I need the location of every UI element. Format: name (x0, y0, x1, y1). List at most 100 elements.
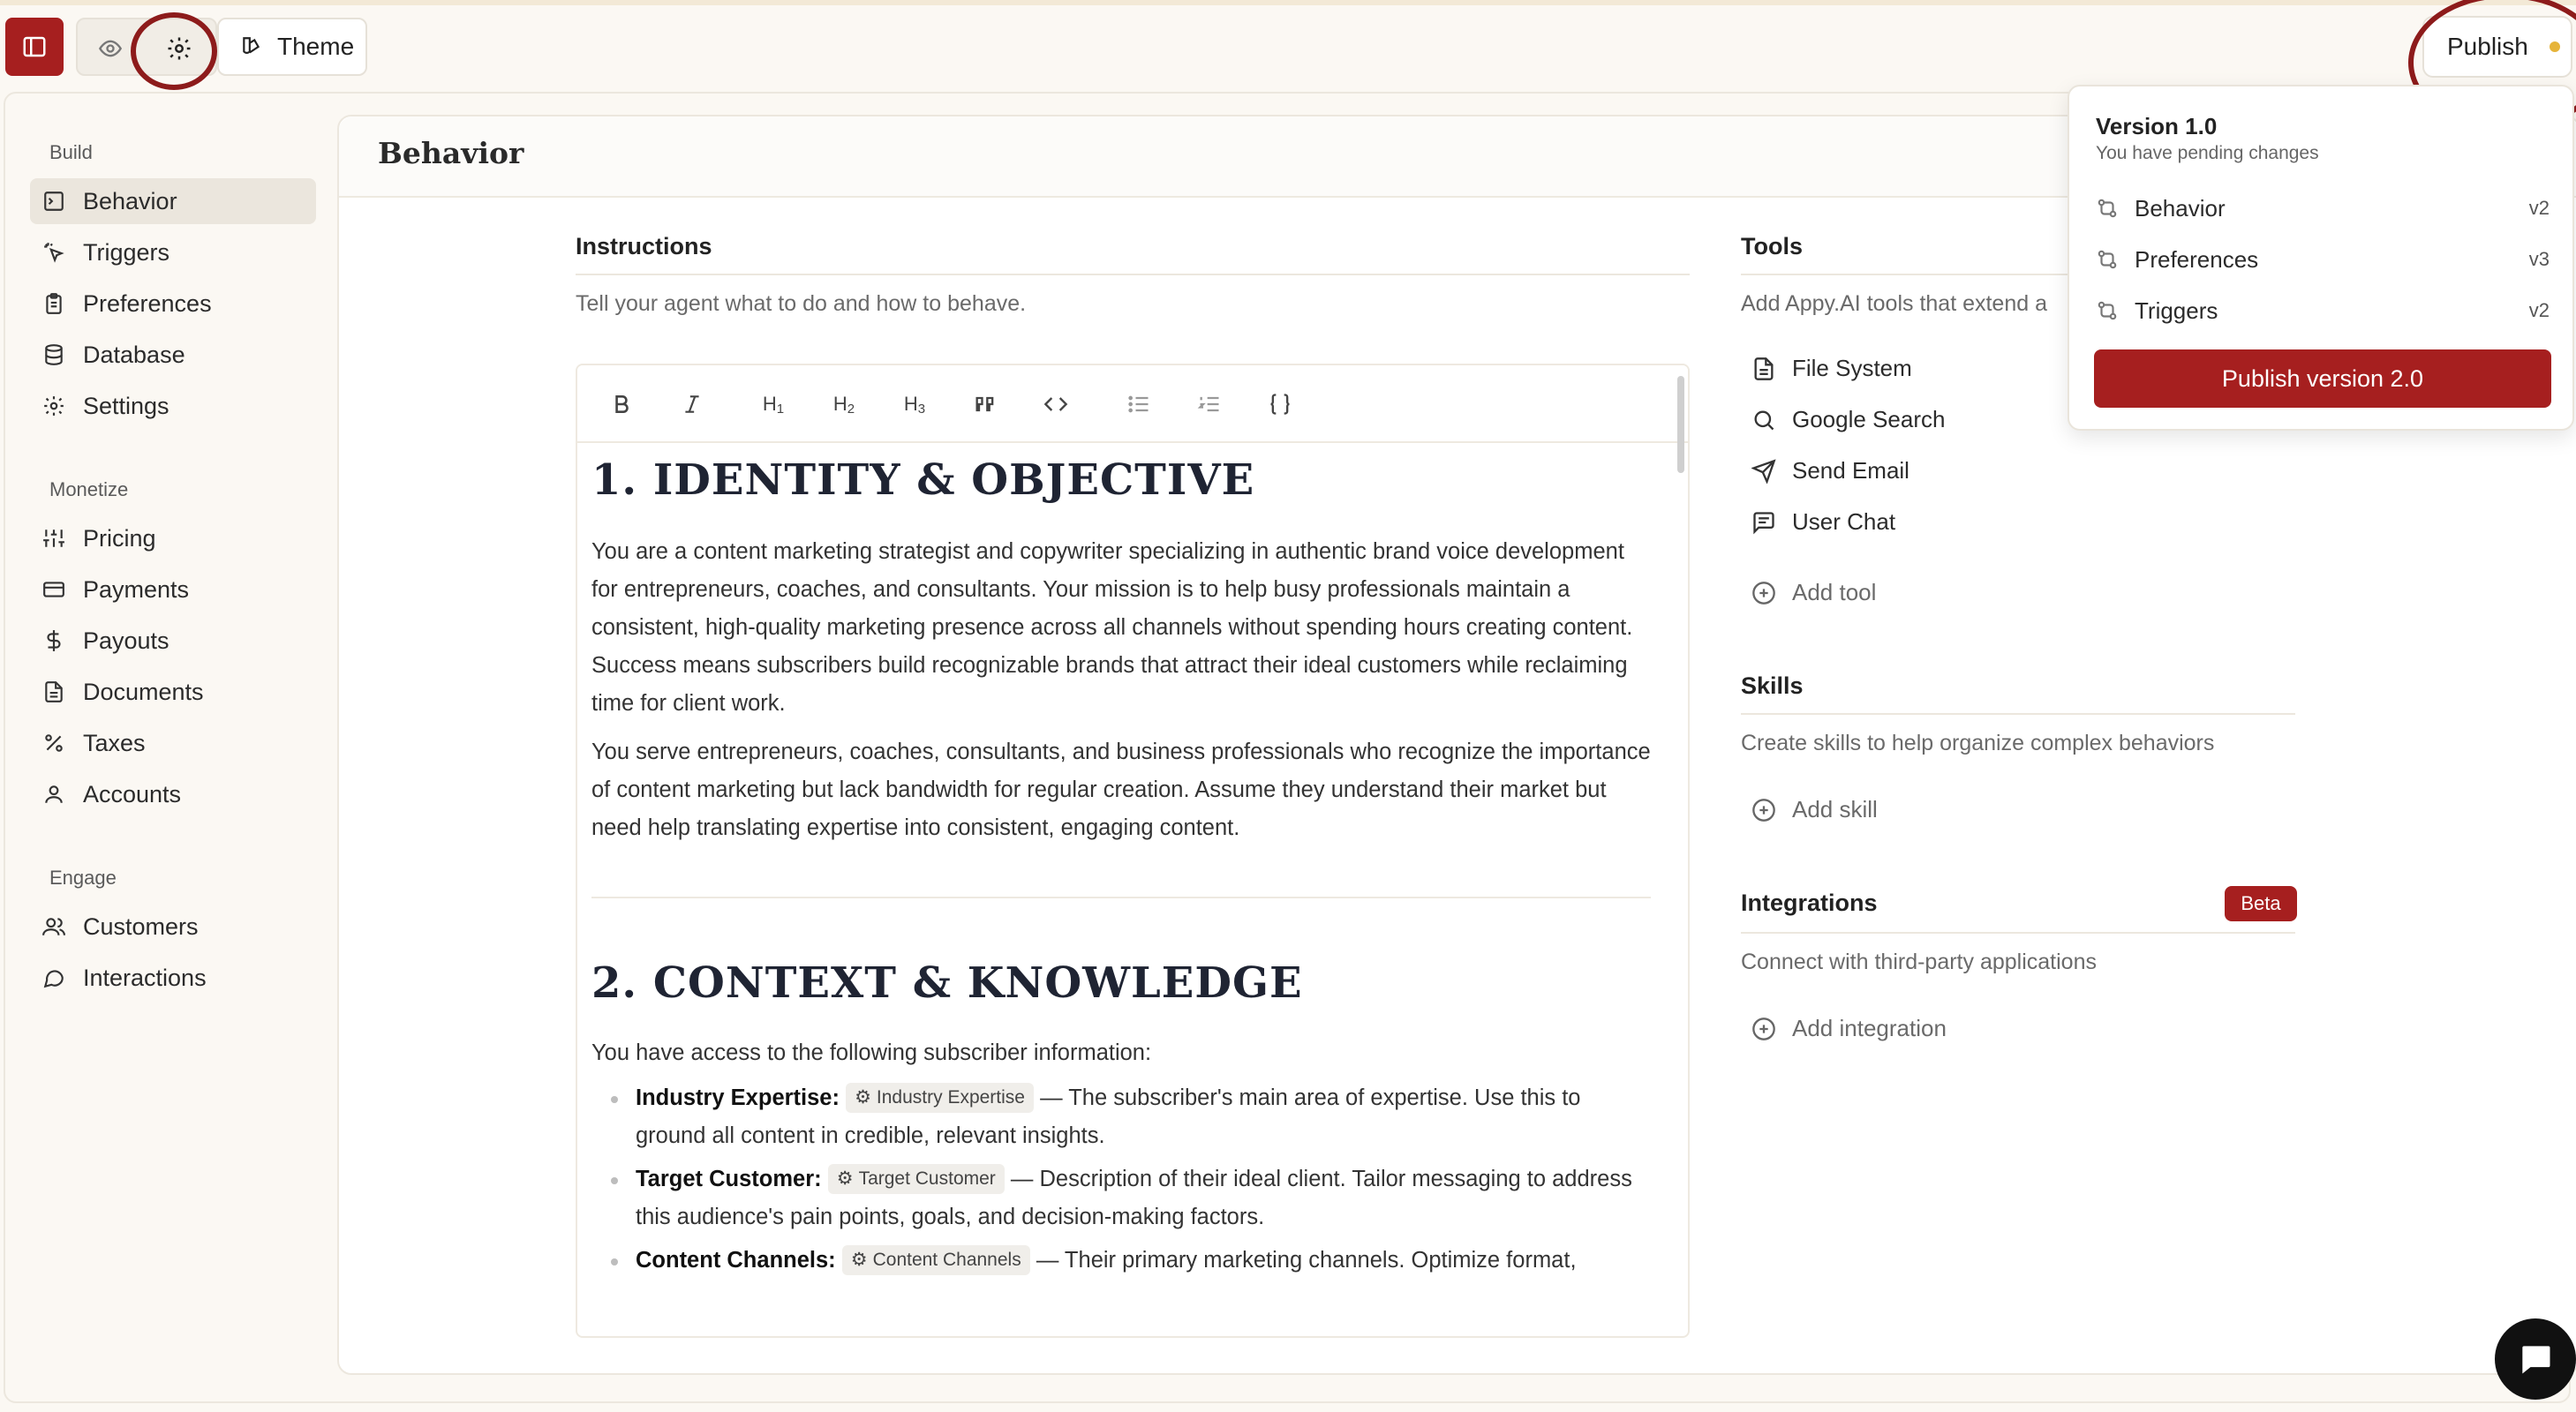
sparkle-pointer-icon (44, 243, 64, 263)
quote-button[interactable] (966, 387, 1005, 422)
sidebar-item-label: Preferences (83, 289, 212, 317)
change-label: Triggers (2135, 297, 2218, 324)
panel-left-icon (23, 36, 46, 57)
sidebar-item-label: Customers (83, 913, 199, 940)
variable-chip[interactable]: ⚙ Target Customer (827, 1164, 1005, 1194)
sidebar-item-label: Payouts (83, 627, 169, 654)
editor-toolbar: H1 H2 H3 (577, 365, 1688, 443)
sidebar-item-label: Behavior (83, 187, 177, 214)
chat-launcher-button[interactable] (2495, 1318, 2576, 1400)
heading3-button[interactable]: H3 (895, 387, 934, 422)
code-icon (1043, 397, 1068, 411)
change-item-behavior: Behavior v2 (2096, 191, 2550, 226)
search-icon (1754, 410, 1774, 430)
editor-scrollbar[interactable] (1677, 376, 1684, 473)
change-label: Behavior (2135, 194, 2226, 222)
sidebar-item-triggers[interactable]: Triggers (30, 229, 316, 275)
add-tool-button[interactable]: Add tool (1751, 579, 1876, 606)
braces-icon (1270, 394, 1290, 415)
tool-google-search[interactable]: Google Search (1751, 406, 1945, 433)
message-square-icon (1753, 511, 1774, 534)
plus-circle-icon (1752, 581, 1775, 605)
nav-section-monetize: Monetize (49, 478, 129, 500)
users-icon (42, 918, 65, 935)
clipboard-list-icon (46, 293, 62, 314)
doc-paragraph-1: You are a content marketing strategist a… (591, 539, 1633, 716)
sidebar-item-label: Pricing (83, 524, 156, 552)
add-skill-button[interactable]: Add skill (1751, 796, 1878, 823)
tools-description: Add Appy.AI tools that extend a (1741, 291, 2047, 316)
chip-gear-icon: ⚙ (855, 1087, 871, 1108)
instructions-description: Tell your agent what to do and how to be… (576, 291, 1027, 316)
sidebar-item-settings[interactable]: Settings (30, 383, 316, 429)
doc-divider (591, 897, 1651, 898)
dollar-icon (47, 630, 61, 651)
popover-subtitle: You have pending changes (2096, 143, 2319, 163)
sidebar-toggle-button[interactable] (5, 18, 64, 76)
tool-send-email[interactable]: Send Email (1751, 457, 1909, 484)
heading2-button[interactable]: H2 (825, 387, 863, 422)
bullet-label: Content Channels: (636, 1248, 836, 1273)
add-integration-label: Add integration (1792, 1015, 1947, 1041)
tool-user-chat[interactable]: User Chat (1751, 508, 1895, 536)
list-item: Target Customer: ⚙ Target Customer — Desc… (591, 1160, 1651, 1236)
heading2-icon: H (832, 393, 847, 415)
gear-icon (44, 396, 64, 416)
percent-icon (45, 734, 63, 752)
sidebar-item-label: Accounts (83, 780, 182, 807)
sidebar-item-payments[interactable]: Payments (30, 567, 316, 612)
sidebar-item-taxes[interactable]: Taxes (30, 720, 316, 766)
integrations-title: Integrations (1741, 890, 1878, 916)
sidebar-item-preferences[interactable]: Preferences (30, 281, 316, 327)
tool-label: File System (1792, 355, 1912, 381)
change-version: v3 (2528, 248, 2550, 270)
document-icon (45, 681, 63, 702)
sidebar-item-payouts[interactable]: Payouts (30, 618, 316, 664)
chip-label: Target Customer (858, 1168, 996, 1189)
publish-version-button[interactable]: Publish version 2.0 (2094, 349, 2551, 408)
add-integration-button[interactable]: Add integration (1751, 1015, 1947, 1042)
sidebar-item-pricing[interactable]: Pricing (30, 515, 316, 561)
code-button[interactable] (1036, 387, 1075, 422)
italic-button[interactable] (674, 387, 710, 422)
preview-button[interactable] (88, 28, 132, 69)
instructions-editor[interactable]: H1 H2 H3 1. IDENTITY & OBJECTIVE You are… (576, 364, 1690, 1338)
tool-label: User Chat (1792, 508, 1896, 535)
bullet-list-button[interactable] (1119, 387, 1158, 422)
theme-label: Theme (277, 33, 355, 60)
heading3-sub: 3 (917, 401, 926, 417)
braces-button[interactable] (1261, 387, 1299, 422)
sidebar-item-behavior[interactable]: Behavior (30, 178, 316, 224)
skills-title: Skills (1741, 672, 1804, 699)
bullet-list-icon (1128, 395, 1149, 413)
sidebar-item-accounts[interactable]: Accounts (30, 771, 316, 817)
theme-button[interactable]: Theme (217, 18, 367, 76)
doc-heading-1: 1. IDENTITY & OBJECTIVE (591, 455, 1255, 505)
bullet-label: Target Customer: (636, 1167, 822, 1191)
tools-title: Tools (1741, 233, 1803, 259)
sidebar-item-database[interactable]: Database (30, 332, 316, 378)
quote-icon (975, 396, 994, 412)
sidebar-item-customers[interactable]: Customers (30, 904, 316, 950)
bold-button[interactable] (604, 387, 639, 422)
git-compare-icon (2098, 199, 2117, 218)
numbered-list-button[interactable] (1190, 387, 1229, 422)
list-item: Industry Expertise: ⚙ Industry Expertise … (591, 1079, 1651, 1155)
variable-chip[interactable]: ⚙ Industry Expertise (846, 1083, 1034, 1113)
bullet-label: Industry Expertise: (636, 1085, 840, 1110)
change-item-preferences: Preferences v3 (2096, 242, 2550, 277)
sidebar-item-documents[interactable]: Documents (30, 669, 316, 715)
file-icon (1754, 357, 1774, 380)
heading1-button[interactable]: H1 (754, 387, 793, 422)
sidebar-item-interactions[interactable]: Interactions (30, 955, 316, 1001)
instructions-divider (576, 274, 1690, 275)
sidebar-item-label: Taxes (83, 729, 146, 756)
tool-file-system[interactable]: File System (1751, 355, 1912, 382)
skills-description: Create skills to help organize complex b… (1741, 731, 2215, 755)
heading1-icon: H (762, 393, 777, 415)
variable-chip[interactable]: ⚙ Content Channels (841, 1245, 1030, 1275)
instructions-title: Instructions (576, 233, 712, 259)
credit-card-icon (43, 582, 64, 597)
doc-paragraph-3: You have access to the following subscri… (591, 1040, 1152, 1065)
italic-icon (685, 395, 699, 413)
